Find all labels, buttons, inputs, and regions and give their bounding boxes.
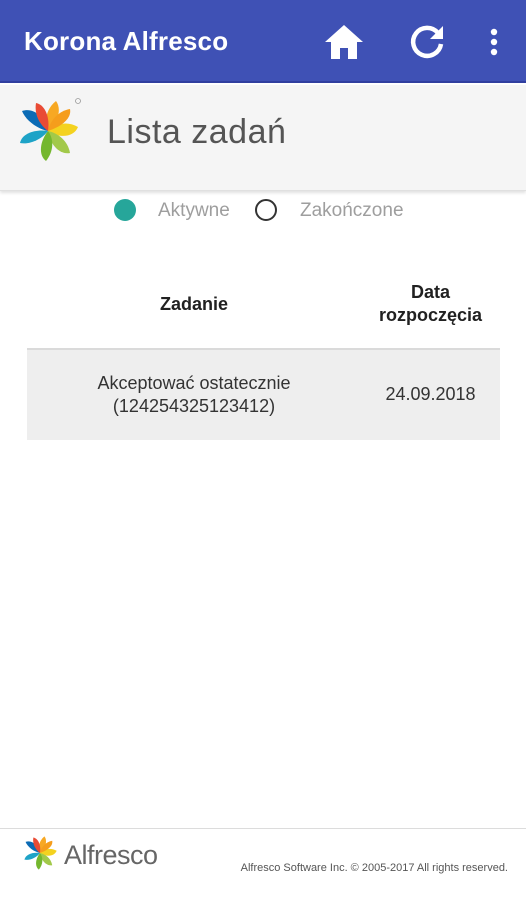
radio-completed-label[interactable]: Zakończone [300, 200, 404, 222]
radio-completed[interactable] [255, 199, 277, 221]
radio-active-label[interactable]: Aktywne [158, 200, 230, 222]
refresh-button[interactable] [405, 20, 449, 64]
footer-copyright: Alfresco Software Inc. © 2005-2017 All r… [240, 862, 508, 874]
footer-brand: Alfresco [64, 840, 158, 870]
task-name-line2: (124254325123412) [112, 396, 276, 416]
column-header-start-date-line2: rozpoczęcia [378, 305, 483, 325]
task-start-date-cell: 24.09.2018 [385, 384, 476, 404]
status-filter: Aktywne Zakończone [0, 196, 526, 226]
column-header-start-date[interactable]: Data rozpoczęcia [361, 281, 500, 327]
overflow-menu-button[interactable] [474, 20, 514, 64]
more-vert-icon [490, 28, 498, 56]
alfresco-small-logo-icon [24, 836, 57, 870]
page-header: Lista zadań [0, 85, 526, 191]
home-icon [325, 25, 363, 59]
footer: Alfresco Alfresco Software Inc. © 2005-2… [0, 828, 526, 888]
task-name-cell: Akceptować ostatecznie (124254325123412) [27, 372, 361, 418]
home-button[interactable] [322, 20, 366, 64]
column-header-task[interactable]: Zadanie [27, 293, 361, 316]
page-title: Lista zadań [107, 113, 287, 151]
refresh-icon [410, 25, 444, 59]
task-name-line1: Akceptować ostatecznie [97, 373, 291, 393]
app-title: Korona Alfresco [24, 26, 229, 56]
alfresco-logo-icon [20, 98, 81, 161]
table-row[interactable]: Akceptować ostatecznie (124254325123412)… [27, 350, 500, 440]
app-bar: Korona Alfresco [0, 0, 526, 83]
radio-active[interactable] [114, 199, 136, 221]
column-header-start-date-line1: Data [410, 282, 450, 302]
